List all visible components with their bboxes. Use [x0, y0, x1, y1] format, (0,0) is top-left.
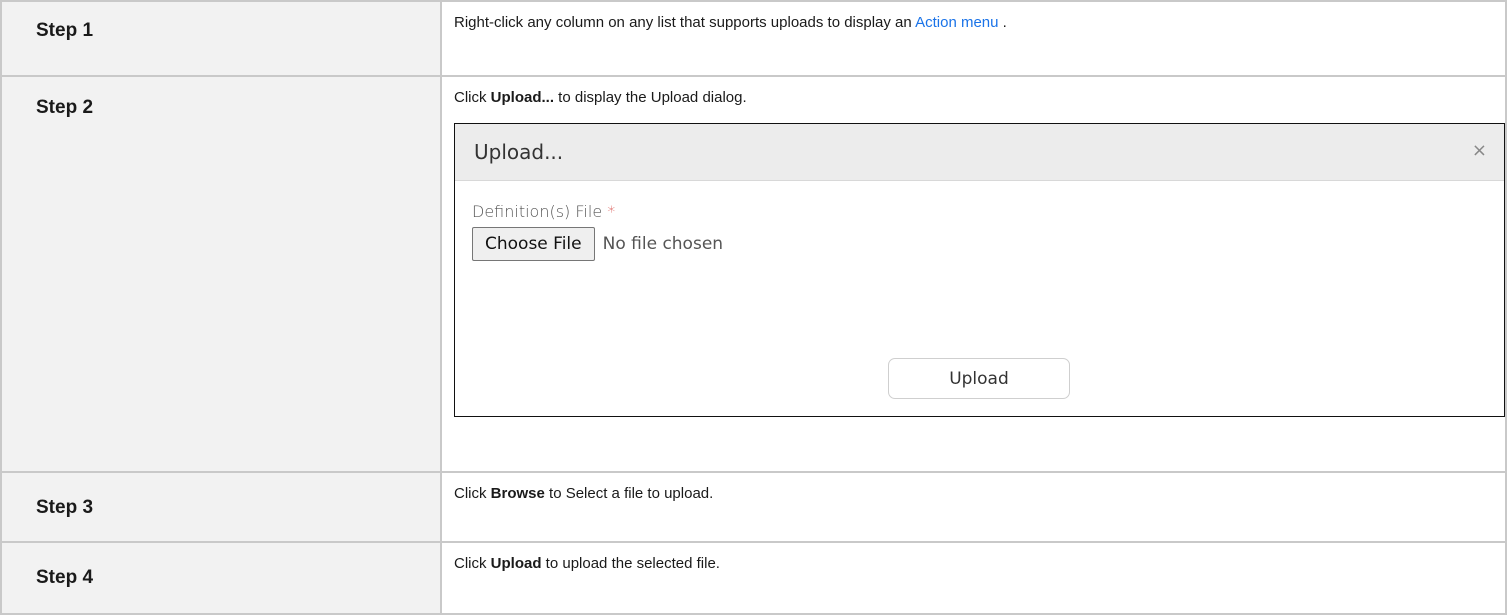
step-text: Right-click any column on any list that …	[454, 14, 916, 31]
step-label: Step 1	[0, 0, 442, 77]
upload-dialog: Upload... × Definition(s) File * Choose …	[454, 123, 1505, 417]
definition-file-label: Definition(s) File *	[472, 202, 615, 221]
dialog-title: Upload...	[474, 140, 564, 164]
upload-button[interactable]: Upload	[888, 358, 1070, 399]
step-text: .	[998, 14, 1007, 31]
step-label: Step 3	[0, 471, 442, 543]
table-row: Step 3 Click Browse to Select a file to …	[0, 471, 1507, 543]
step-text: Click	[454, 555, 491, 572]
close-icon[interactable]: ×	[1472, 140, 1487, 161]
step-label: Step 2	[0, 75, 442, 473]
table-row: Step 4 Click Upload to upload the select…	[0, 541, 1507, 615]
step-text: to Select a file to upload.	[544, 485, 714, 502]
field-label-text: Definition(s) File	[472, 202, 603, 221]
dialog-header: Upload... ×	[455, 124, 1504, 181]
step-text: Click	[454, 89, 491, 106]
action-menu-link[interactable]: Action menu	[915, 14, 998, 31]
no-file-status: No file chosen	[602, 234, 724, 254]
step-label: Step 4	[0, 541, 442, 615]
step-description: Click Upload... to display the Upload di…	[440, 75, 1507, 473]
file-input: Choose File No file chosen	[472, 227, 723, 261]
step-text: Click	[454, 485, 491, 502]
required-marker: *	[607, 202, 616, 221]
step-bold-term: Upload...	[490, 89, 555, 106]
step-bold-term: Upload	[490, 555, 542, 572]
step-text: to upload the selected file.	[541, 555, 720, 572]
choose-file-button[interactable]: Choose File	[472, 227, 595, 261]
step-text: to display the Upload dialog.	[554, 89, 747, 106]
steps-table: Step 1 Right-click any column on any lis…	[0, 0, 1507, 615]
step-description: Click Upload to upload the selected file…	[440, 541, 1507, 615]
step-description: Click Browse to Select a file to upload.	[440, 471, 1507, 543]
table-row: Step 1 Right-click any column on any lis…	[0, 0, 1507, 77]
step-description: Right-click any column on any list that …	[440, 0, 1507, 77]
table-row: Step 2 Click Upload... to display the Up…	[0, 75, 1507, 473]
step-bold-term: Browse	[490, 485, 545, 502]
